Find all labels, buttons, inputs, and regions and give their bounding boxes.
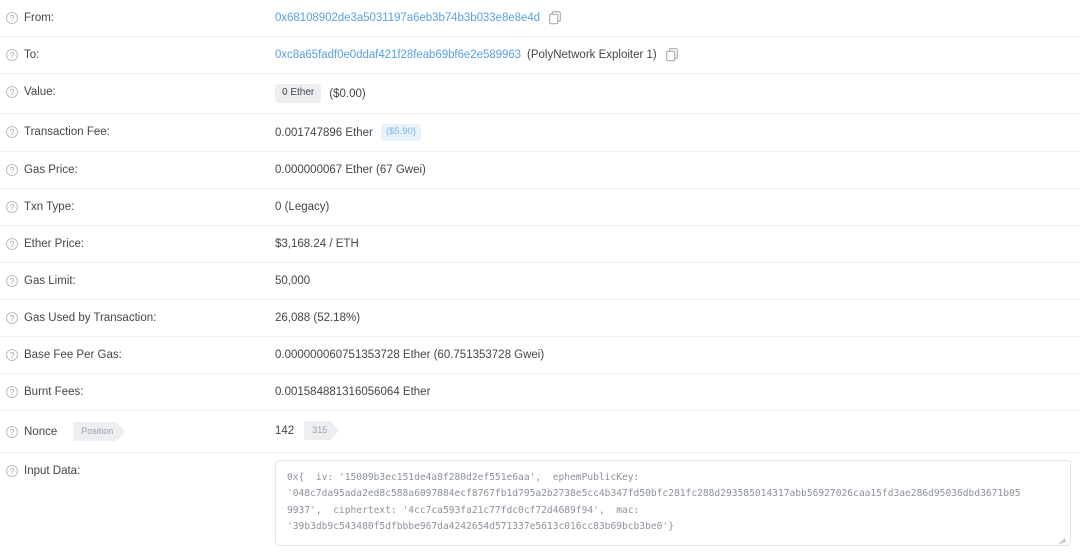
label-text-base-fee-per-gas: Base Fee Per Gas:: [24, 349, 122, 361]
question-mark-icon[interactable]: ?: [6, 386, 18, 398]
question-mark-icon[interactable]: ?: [6, 349, 18, 361]
detail-row-nonce: ? Nonce Position 142 315: [0, 411, 1080, 453]
value-ether-badge: 0 Ether: [275, 84, 322, 103]
row-value-transaction-fee: 0.001747896 Ether ($5.90): [275, 114, 1072, 151]
txn-type-text: 0 (Legacy): [275, 201, 330, 213]
question-mark-icon[interactable]: ?: [6, 425, 18, 438]
question-mark-icon[interactable]: ?: [6, 275, 18, 287]
detail-row-input-data: ? Input Data: 0x{ iv: '15009b3ec151de4a8…: [0, 453, 1080, 556]
row-value-ether-price: $3,168.24 / ETH: [275, 226, 1072, 262]
row-label-gas-price: ? Gas Price:: [6, 152, 275, 188]
row-value-to: 0xc8a65fadf0e0ddaf421f28feab69bf6e2e5899…: [275, 37, 1072, 73]
to-address-nametag: (PolyNetwork Exploiter 1): [527, 49, 657, 61]
gas-limit-text: 50,000: [275, 275, 311, 287]
label-text-transaction-fee: Transaction Fee:: [24, 126, 110, 138]
row-label-value: ? Value:: [6, 74, 275, 110]
detail-row-txn-type: ? Txn Type: 0 (Legacy): [0, 189, 1080, 226]
row-label-txn-type: ? Txn Type:: [6, 189, 275, 225]
nonce-position-value-badge: 315: [304, 421, 339, 440]
question-mark-icon[interactable]: ?: [6, 126, 18, 138]
gas-used-text: 26,088 (52.18%): [275, 312, 361, 324]
row-label-ether-price: ? Ether Price:: [6, 226, 275, 262]
detail-row-base-fee-per-gas: ? Base Fee Per Gas: 0.000000060751353728…: [0, 337, 1080, 374]
question-mark-icon[interactable]: ?: [6, 86, 18, 98]
from-address-link[interactable]: 0x68108902de3a5031197a6eb3b74b3b033e8e8e…: [275, 10, 540, 26]
detail-row-gas-price: ? Gas Price: 0.000000067 Ether (67 Gwei): [0, 152, 1080, 189]
base-fee-per-gas-text: 0.000000060751353728 Ether (60.751353728…: [275, 349, 545, 361]
label-text-gas-used: Gas Used by Transaction:: [24, 312, 157, 324]
question-mark-icon[interactable]: ?: [6, 12, 18, 24]
value-usd-text: ($0.00): [329, 87, 366, 100]
row-label-nonce: ? Nonce Position: [6, 411, 275, 452]
row-value-txn-type: 0 (Legacy): [275, 189, 1072, 225]
input-data-textarea[interactable]: 0x{ iv: '15009b3ec151de4a8f280d2ef551e6a…: [275, 460, 1071, 546]
resize-handle-icon[interactable]: [1057, 532, 1068, 545]
to-address-link[interactable]: 0xc8a65fadf0e0ddaf421f28feab69bf6e2e5899…: [275, 47, 521, 63]
detail-row-to: ? To: 0xc8a65fadf0e0ddaf421f28feab69bf6e…: [0, 37, 1080, 74]
question-mark-icon[interactable]: ?: [6, 164, 18, 176]
detail-row-from: ? From: 0x68108902de3a5031197a6eb3b74b3b…: [0, 0, 1080, 37]
row-value-gas-used: 26,088 (52.18%): [275, 300, 1072, 336]
label-text-gas-limit: Gas Limit:: [24, 275, 76, 287]
label-text-txn-type: Txn Type:: [24, 201, 75, 213]
row-label-input-data: ? Input Data:: [6, 453, 275, 489]
question-mark-icon[interactable]: ?: [6, 238, 18, 250]
copy-icon[interactable]: [665, 48, 679, 62]
row-label-base-fee-per-gas: ? Base Fee Per Gas:: [6, 337, 275, 373]
detail-row-gas-limit: ? Gas Limit: 50,000: [0, 263, 1080, 300]
row-value-nonce: 142 315: [275, 411, 1072, 450]
detail-row-transaction-fee: ? Transaction Fee: 0.001747896 Ether ($5…: [0, 114, 1080, 152]
question-mark-icon[interactable]: ?: [6, 49, 18, 61]
row-label-transaction-fee: ? Transaction Fee:: [6, 114, 275, 150]
question-mark-icon[interactable]: ?: [6, 201, 18, 213]
question-mark-icon[interactable]: ?: [6, 312, 18, 324]
row-value-value: 0 Ether ($0.00): [275, 74, 1072, 113]
gas-price-text: 0.000000067 Ether (67 Gwei): [275, 164, 426, 176]
label-text-to: To:: [24, 49, 40, 61]
row-label-to: ? To:: [6, 37, 275, 73]
row-label-from: ? From:: [6, 0, 275, 36]
ether-price-text: $3,168.24 / ETH: [275, 238, 359, 250]
row-label-gas-used: ? Gas Used by Transaction:: [6, 300, 275, 336]
label-text-ether-price: Ether Price:: [24, 238, 85, 250]
row-value-burnt-fees: 0.001584881316056064 Ether: [275, 374, 1072, 410]
detail-row-gas-used: ? Gas Used by Transaction: 26,088 (52.18…: [0, 300, 1080, 337]
row-value-gas-price: 0.000000067 Ether (67 Gwei): [275, 152, 1072, 188]
copy-icon[interactable]: [549, 11, 562, 25]
nonce-position-badge: Position: [73, 422, 125, 441]
row-value-gas-limit: 50,000: [275, 263, 1072, 299]
detail-row-ether-price: ? Ether Price: $3,168.24 / ETH: [0, 226, 1080, 263]
transaction-fee-text: 0.001747896 Ether: [275, 126, 373, 139]
question-mark-icon[interactable]: ?: [6, 465, 18, 477]
transaction-fee-usd-badge: ($5.90): [380, 124, 421, 141]
row-label-gas-limit: ? Gas Limit:: [6, 263, 275, 299]
row-value-base-fee-per-gas: 0.000000060751353728 Ether (60.751353728…: [275, 337, 1072, 373]
nonce-value: 142: [275, 424, 295, 437]
detail-row-burnt-fees: ? Burnt Fees: 0.001584881316056064 Ether: [0, 374, 1080, 411]
transaction-details-list: ? From: 0x68108902de3a5031197a6eb3b74b3b…: [0, 0, 1080, 556]
row-label-burnt-fees: ? Burnt Fees:: [6, 374, 275, 410]
label-text-nonce: Nonce: [24, 425, 58, 438]
label-text-from: From:: [24, 12, 55, 24]
burnt-fees-text: 0.001584881316056064 Ether: [275, 386, 431, 398]
label-text-gas-price: Gas Price:: [24, 164, 78, 176]
label-text-input-data: Input Data:: [24, 465, 81, 477]
label-text-value: Value:: [24, 86, 56, 98]
row-value-input-data: 0x{ iv: '15009b3ec151de4a8f280d2ef551e6a…: [275, 453, 1072, 556]
detail-row-value: ? Value: 0 Ether ($0.00): [0, 74, 1080, 114]
label-text-burnt-fees: Burnt Fees:: [24, 386, 84, 398]
row-value-from: 0x68108902de3a5031197a6eb3b74b3b033e8e8e…: [275, 0, 1072, 36]
